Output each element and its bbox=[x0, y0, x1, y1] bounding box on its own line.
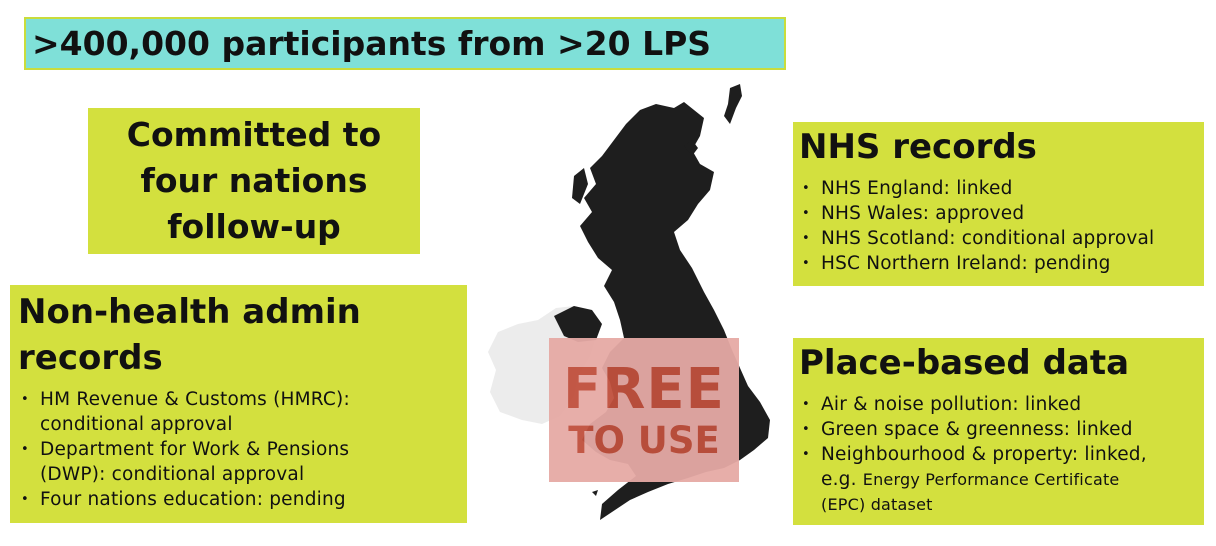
list-item: • NHS Wales: approved bbox=[799, 201, 1198, 226]
list-item-text: NHS Scotland: conditional approval bbox=[821, 228, 1155, 249]
nhs-list: • NHS England: linked • NHS Wales: approve… bbox=[799, 176, 1198, 276]
bullet-icon: • bbox=[802, 206, 810, 221]
list-item: • HSC Northern Ireland: pending bbox=[799, 251, 1198, 276]
list-item: • HM Revenue & Customs (HMRC): condition… bbox=[18, 387, 459, 437]
list-item-text: (DWP): conditional approval bbox=[40, 464, 305, 485]
stamp-line-1: FREE bbox=[563, 357, 725, 422]
bullet-icon: • bbox=[802, 181, 810, 196]
commitment-line-1: Committed to bbox=[126, 115, 382, 154]
list-item-text: Green space & greenness: linked bbox=[821, 419, 1133, 440]
stamp-line-2: TO USE bbox=[568, 419, 720, 462]
list-item: • Neighbourhood & property: linked, e.g.… bbox=[799, 442, 1198, 517]
nhs-records-box: NHS records • NHS England: linked • NHS Wa… bbox=[793, 122, 1204, 286]
list-item: • NHS England: linked bbox=[799, 176, 1198, 201]
bullet-icon: • bbox=[21, 442, 29, 457]
commitment-line-3: follow-up bbox=[167, 207, 341, 246]
list-item-text-small: (EPC) dataset bbox=[821, 495, 933, 514]
nhs-title: NHS records bbox=[799, 127, 1037, 167]
bullet-icon: • bbox=[802, 422, 810, 437]
free-to-use-stamp: FREE TO USE bbox=[549, 338, 739, 482]
list-item: • Air & noise pollution: linked bbox=[799, 392, 1198, 417]
bullet-icon: • bbox=[802, 447, 810, 462]
list-item-text: Department for Work & Pensions bbox=[40, 439, 350, 460]
list-item: • NHS Scotland: conditional approval bbox=[799, 226, 1198, 251]
commitment-line-2: four nations bbox=[140, 161, 368, 200]
shetland-islands-shape bbox=[724, 84, 742, 124]
non-health-title-line-1: Non-health admin bbox=[18, 292, 361, 332]
commitment-box: Committed to four nations follow-up bbox=[88, 108, 420, 254]
list-item-text: conditional approval bbox=[40, 414, 233, 435]
non-health-title: Non-health admin records bbox=[18, 289, 459, 381]
list-item-text: NHS England: linked bbox=[821, 178, 1013, 199]
non-health-list: • HM Revenue & Customs (HMRC): condition… bbox=[18, 387, 459, 512]
headline-banner: >400,000 participants from >20 LPS bbox=[24, 17, 786, 70]
bullet-icon: • bbox=[802, 397, 810, 412]
place-based-data-box: Place-based data • Air & noise pollution:… bbox=[793, 338, 1204, 525]
non-health-title-line-2: records bbox=[18, 338, 163, 378]
list-item-text: HM Revenue & Customs (HMRC): bbox=[40, 389, 350, 410]
list-item-text: NHS Wales: approved bbox=[821, 203, 1025, 224]
headline-text: >400,000 participants from >20 LPS bbox=[32, 24, 712, 63]
list-item: • Department for Work & Pensions (DWP): … bbox=[18, 437, 459, 487]
list-item-text-small: Energy Performance Certificate bbox=[862, 470, 1120, 489]
bullet-icon: • bbox=[802, 231, 810, 246]
list-item: • Green space & greenness: linked bbox=[799, 417, 1198, 442]
list-item-text: Air & noise pollution: linked bbox=[821, 394, 1082, 415]
non-health-records-box: Non-health admin records • HM Revenue & … bbox=[10, 285, 467, 523]
bullet-icon: • bbox=[21, 392, 29, 407]
list-item-text: e.g. bbox=[821, 469, 863, 490]
place-list: • Air & noise pollution: linked • Green sp… bbox=[799, 392, 1198, 517]
place-title: Place-based data bbox=[799, 343, 1130, 383]
list-item: • Four nations education: pending bbox=[18, 487, 459, 512]
bullet-icon: • bbox=[21, 492, 29, 507]
list-item-text: Neighbourhood & property: linked, bbox=[821, 444, 1147, 465]
list-item-text: Four nations education: pending bbox=[40, 489, 346, 510]
bullet-icon: • bbox=[802, 256, 810, 271]
scilly-islands-shape bbox=[592, 490, 598, 496]
list-item-text: HSC Northern Ireland: pending bbox=[821, 253, 1111, 274]
